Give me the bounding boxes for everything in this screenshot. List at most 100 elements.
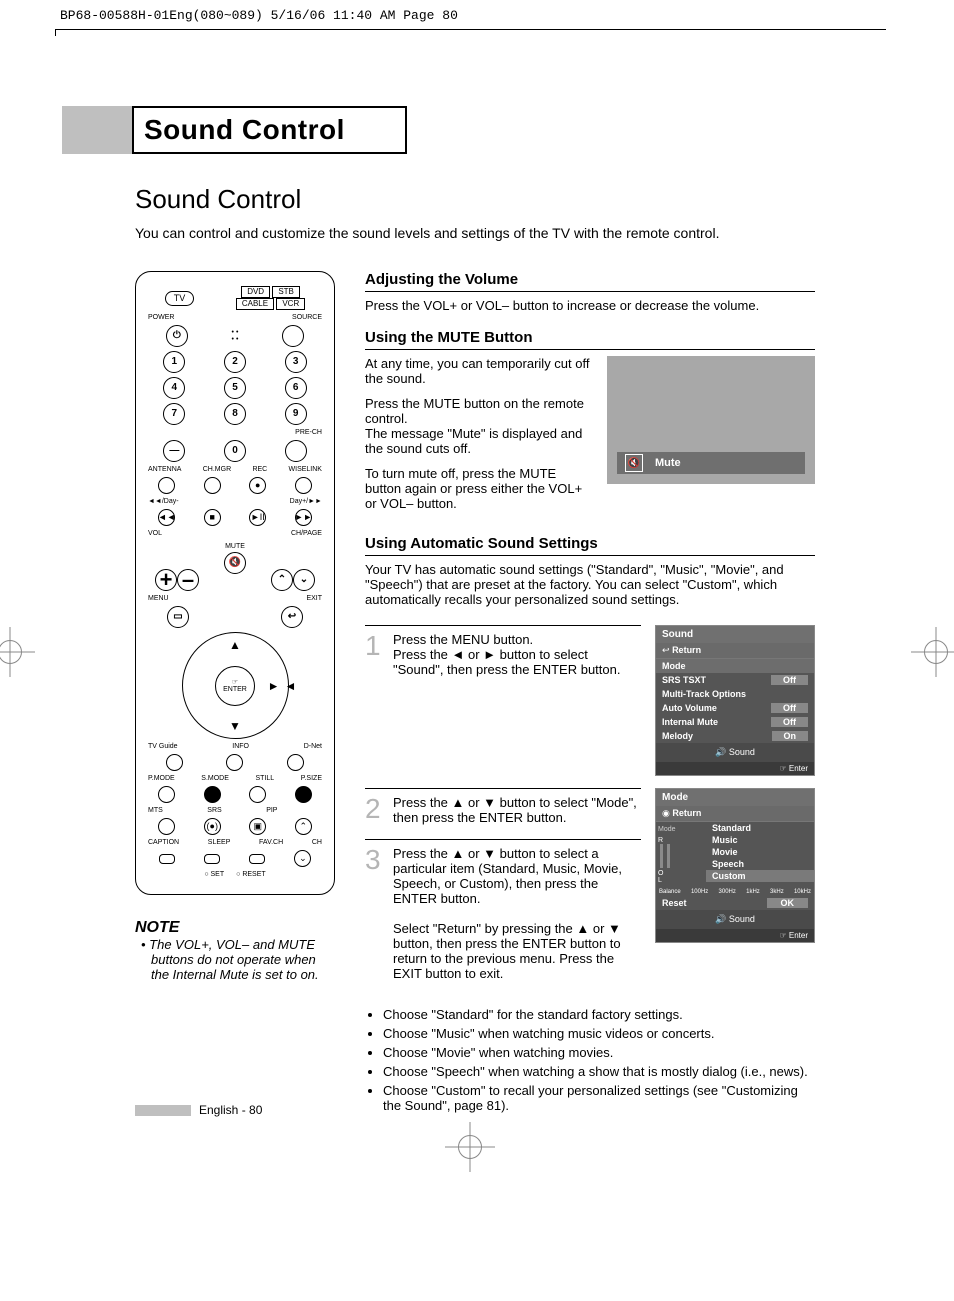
freq-300: 300Hz xyxy=(719,889,736,895)
chapter-title: Sound Control xyxy=(132,106,407,154)
adjust-heading: Adjusting the Volume xyxy=(365,271,815,292)
key-2: 2 xyxy=(224,351,246,373)
mode-standard: Standard xyxy=(706,822,814,834)
osd2-reset: Reset xyxy=(662,898,687,908)
key-8: 8 xyxy=(224,403,246,425)
rew-button: ◄◄ xyxy=(158,509,175,526)
psize-label: P.SIZE xyxy=(301,775,322,782)
osd1-title: Sound xyxy=(656,626,814,643)
osd1-mel: Melody xyxy=(662,731,693,741)
osd-mode-menu: Mode ◉ Return Mode R O L Standard Music … xyxy=(655,788,815,995)
osd2-return: Return xyxy=(672,808,701,818)
srs-label: SRS xyxy=(207,807,221,814)
dvd-button: DVD xyxy=(241,286,270,298)
mute-screenshot: 🔇Mute xyxy=(607,356,815,484)
exit-button: ↩ xyxy=(281,606,303,628)
power-button: ⏻ xyxy=(166,325,188,347)
stb-button: STB xyxy=(272,286,300,298)
bullet-movie: Choose "Movie" when watching movies. xyxy=(383,1045,815,1060)
nav-down-icon: ▼ xyxy=(229,720,241,732)
osd2-ok: OK xyxy=(767,898,809,908)
psize-button xyxy=(295,786,312,803)
dayplus-label: Day+/►► xyxy=(290,498,322,505)
ch-up-button: ⌃ xyxy=(271,569,293,591)
osd2-mode-label: Mode xyxy=(658,826,704,833)
mute-screen-label: Mute xyxy=(655,457,681,469)
power-label: POWER xyxy=(148,314,174,321)
mts-button xyxy=(158,818,175,835)
source-label: SOURCE xyxy=(292,314,322,321)
remote-illustration: TV DVD STB CABLE VCR POWERSOURCE ⏻• •• •… xyxy=(135,271,335,895)
nav-left-icon: ◄ xyxy=(191,680,391,692)
info-button xyxy=(226,754,243,771)
note-heading: NOTE xyxy=(135,919,335,937)
still-label: STILL xyxy=(255,775,274,782)
osd-sound-menu: Sound ↩ Return Mode SRS TSXTOff Multi-Tr… xyxy=(655,625,815,776)
chmgr-button xyxy=(204,477,221,494)
ch-plus-button: ⌃ xyxy=(295,818,312,835)
mute-button: 🔇 xyxy=(224,552,246,574)
osd1-mto: Multi-Track Options xyxy=(662,689,746,699)
title-accent-bar xyxy=(62,106,132,154)
key-3: 3 xyxy=(285,351,307,373)
nav-up-icon: ▲ xyxy=(229,639,241,651)
wiselink-label: WISELINK xyxy=(289,466,322,473)
osd2-enter: Enter xyxy=(789,931,808,940)
step-number-1: 1 xyxy=(365,632,385,677)
mode-movie: Movie xyxy=(706,846,814,858)
step-3b-text: Select "Return" by pressing the ▲ or ▼ b… xyxy=(393,921,621,981)
dayminus-label: ◄◄/Day- xyxy=(148,498,179,505)
step-2-text: Press the ▲ or ▼ button to select "Mode"… xyxy=(393,795,641,825)
osd1-av-val: Off xyxy=(771,703,808,713)
freq-bal: Balance xyxy=(659,889,681,895)
mute-p4: To turn mute off, press the MUTE button … xyxy=(365,466,593,511)
caption-label: CAPTION xyxy=(148,839,179,846)
eq-o: O xyxy=(658,870,663,877)
registration-mark-bottom xyxy=(458,1135,482,1159)
step-number-3: 3 xyxy=(365,846,385,981)
pip-button: ▣ xyxy=(249,818,266,835)
wiselink-button xyxy=(295,477,312,494)
smode-button xyxy=(204,786,221,803)
mode-music: Music xyxy=(706,834,814,846)
exit-label: EXIT xyxy=(306,595,322,602)
smode-label: S.MODE xyxy=(201,775,229,782)
osd1-mel-val: On xyxy=(772,731,809,741)
dnet-label: D-Net xyxy=(304,743,322,750)
key-6: 6 xyxy=(285,377,307,399)
eq-r: R xyxy=(658,837,663,844)
eq-l: L xyxy=(658,877,662,884)
ch-minus-button: ⌄ xyxy=(294,850,311,867)
mute-label: MUTE xyxy=(225,543,245,550)
osd1-srs: SRS TSXT xyxy=(662,675,706,685)
menu-button: ▭ xyxy=(167,606,189,628)
mode-speech: Speech xyxy=(706,858,814,870)
mute-p2: Press the MUTE button on the remote cont… xyxy=(365,396,584,426)
osd2-move: Sound xyxy=(729,914,755,924)
key-0: 0 xyxy=(224,440,246,462)
chmgr-label: CH.MGR xyxy=(203,466,231,473)
auto-heading: Using Automatic Sound Settings xyxy=(365,535,815,556)
srs-button: (●) xyxy=(204,818,221,835)
bullet-speech: Choose "Speech" when watching a show tha… xyxy=(383,1064,815,1079)
tvguide-button xyxy=(166,754,183,771)
rec-button: ● xyxy=(249,477,266,494)
step-3a-text: Press the ▲ or ▼ button to select a part… xyxy=(393,846,622,906)
freq-3k: 3kHz xyxy=(770,889,784,895)
favch-button xyxy=(249,854,265,864)
chpage-label: CH/PAGE xyxy=(291,530,322,537)
crop-mark xyxy=(55,29,886,36)
key-4: 4 xyxy=(163,377,185,399)
source-button xyxy=(282,325,304,347)
sleep-button xyxy=(204,854,220,864)
mute-p3: The message "Mute" is displayed and the … xyxy=(365,426,582,456)
section-heading: Sound Control xyxy=(135,184,954,215)
step-number-2: 2 xyxy=(365,795,385,825)
mute-heading: Using the MUTE Button xyxy=(365,329,815,350)
adjust-body: Press the VOL+ or VOL– button to increas… xyxy=(365,298,815,313)
note-body: • The VOL+, VOL– and MUTE buttons do not… xyxy=(135,937,335,982)
osd1-mode: Mode xyxy=(662,661,686,671)
intro-text: You can control and customize the sound … xyxy=(135,225,835,241)
bullet-custom: Choose "Custom" to recall your personali… xyxy=(383,1083,815,1113)
osd1-move: Sound xyxy=(729,747,755,757)
